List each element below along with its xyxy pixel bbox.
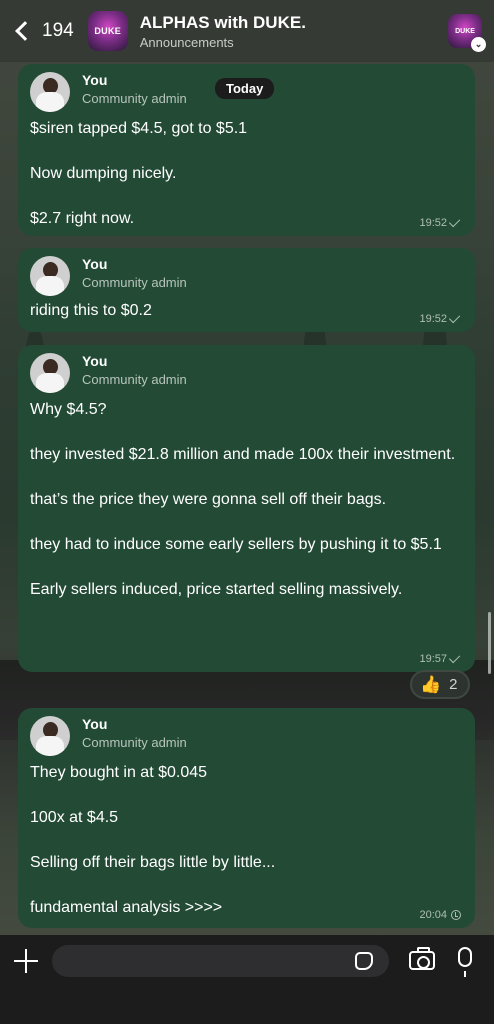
message-line: $siren tapped $4.5, got to $5.1 (30, 120, 248, 137)
message-line (30, 467, 459, 490)
message-line: Early sellers induced, price started sel… (30, 581, 403, 598)
sent-check-icon (448, 215, 461, 228)
scrollbar[interactable] (488, 612, 491, 674)
message-meta: 19:52 (419, 215, 461, 229)
microphone-icon[interactable] (458, 947, 472, 977)
message-sender: You Community admin (30, 256, 463, 296)
message-sender: You Community admin (30, 353, 463, 393)
avatar[interactable] (30, 256, 70, 296)
sender-role: Community admin (82, 372, 187, 387)
sender-role: Community admin (82, 275, 187, 290)
chat-title: ALPHAS with DUKE. (139, 12, 306, 32)
message-line: they had to induce some early sellers by… (30, 536, 442, 553)
message-line (30, 512, 459, 535)
sender-name: You (82, 256, 108, 272)
unread-count: 194 (42, 20, 74, 41)
message-line: $2.7 right now. (30, 210, 135, 227)
message-text: $siren tapped $4.5, got to $5.1 Now dump… (30, 118, 463, 231)
sender-role: Community admin (82, 91, 187, 106)
message-input[interactable] (52, 945, 389, 977)
sent-check-icon (448, 311, 461, 324)
message-line (30, 422, 459, 445)
message-line: 100x at $4.5 (30, 809, 119, 826)
message-line: fundamental analysis >>>> (30, 899, 223, 916)
message-line (30, 875, 459, 898)
reaction-badge[interactable]: 👍 2 (410, 670, 470, 699)
sent-check-icon (448, 651, 461, 664)
message-line: Now dumping nicely. (30, 165, 177, 182)
message-meta: 19:52 (419, 311, 461, 325)
avatar[interactable] (30, 716, 70, 756)
message-line: that’s the price they were gonna sell of… (30, 491, 387, 508)
date-pill: Today (215, 78, 275, 99)
community-avatar-button[interactable]: DUKE ⌄ (448, 14, 486, 52)
message-time: 19:52 (419, 217, 447, 229)
message-text: They bought in at $0.045 100x at $4.5 Se… (30, 762, 463, 920)
message-line (30, 186, 459, 209)
message-line: Selling off their bags little by little.… (30, 854, 276, 871)
avatar[interactable] (30, 353, 70, 393)
message-meta: 19:57 (419, 651, 461, 665)
message-sender: You Community admin (30, 716, 463, 756)
message-bubble[interactable]: You Community admin Why $4.5? they inves… (18, 345, 475, 672)
sender-name: You (82, 716, 108, 732)
message-line (30, 141, 459, 164)
message-time: 19:57 (419, 653, 447, 665)
message-composer (0, 935, 494, 1024)
chat-title-block[interactable]: ALPHAS with DUKE. Announcements (140, 13, 448, 50)
message-text: Why $4.5? they invested $21.8 million an… (30, 399, 463, 602)
message-line: they invested $21.8 million and made 100… (30, 446, 456, 463)
back-button[interactable]: 194 (12, 20, 74, 42)
message-line: riding this to $0.2 (30, 302, 152, 319)
group-avatar[interactable]: DUKE (87, 11, 128, 51)
avatar[interactable] (30, 72, 70, 112)
message-line (30, 830, 459, 853)
message-text: riding this to $0.2 (30, 300, 463, 323)
pending-clock-icon (451, 910, 461, 920)
sticker-icon[interactable] (355, 952, 373, 970)
message-bubble[interactable]: You Community admin They bought in at $0… (18, 708, 475, 928)
thumbs-up-icon: 👍 (420, 674, 442, 694)
chat-header: 194 DUKE ALPHAS with DUKE. Announcements… (0, 0, 494, 62)
chevron-left-icon (15, 21, 35, 41)
sender-name: You (82, 353, 108, 369)
sender-role: Community admin (82, 735, 187, 750)
chevron-down-icon: ⌄ (471, 37, 486, 52)
plus-icon[interactable] (14, 949, 38, 973)
message-time: 19:52 (419, 313, 447, 325)
message-line (30, 557, 459, 580)
message-line: They bought in at $0.045 (30, 764, 208, 781)
message-bubble[interactable]: You Community admin riding this to $0.2 … (18, 248, 475, 332)
message-line: Why $4.5? (30, 401, 107, 418)
message-line (30, 785, 459, 808)
message-time: 20:04 (419, 909, 447, 921)
reaction-count: 2 (449, 676, 458, 693)
message-meta: 20:04 (419, 909, 461, 921)
sender-name: You (82, 72, 108, 88)
camera-icon[interactable] (409, 947, 435, 970)
chat-subtitle: Announcements (139, 34, 234, 50)
community-avatar-text: DUKE (455, 27, 475, 35)
group-avatar-text: DUKE (94, 26, 122, 36)
